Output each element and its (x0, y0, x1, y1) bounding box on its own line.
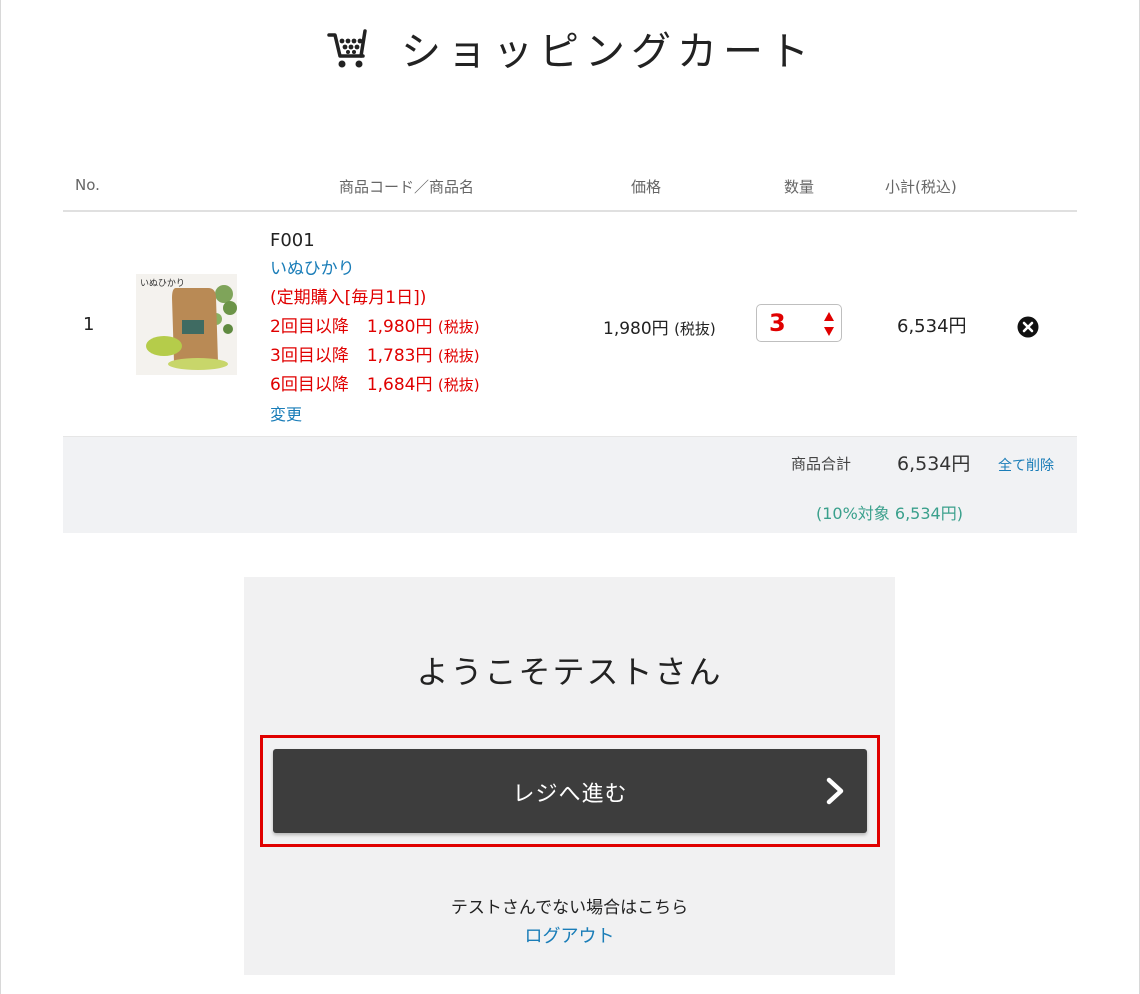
total-label: 商品合計 (791, 455, 852, 473)
tier-tax: (税抜) (437, 318, 480, 336)
product-code: F001 (270, 230, 315, 251)
quantity-stepper[interactable]: 3 (756, 304, 842, 342)
header-quantity: 数量 (784, 178, 815, 196)
page-title: ショッピングカート (401, 29, 815, 75)
row-number: 1 (83, 314, 95, 335)
product-image-graphic (136, 274, 237, 375)
product-info: F001 いぬひかり (定期購入[毎月1日]) 2回目以降 1,980円 (税抜)… (270, 226, 480, 429)
table-header: No. 商品コード／商品名 価格 数量 小計(税込) (63, 160, 1077, 212)
logout-link[interactable]: ログアウト (244, 922, 895, 948)
chevron-right-icon (826, 777, 844, 805)
header-product: 商品コード／商品名 (339, 178, 475, 196)
price-tier: 3回目以降 1,783円 (税抜) (270, 342, 480, 371)
up-down-arrow-icon[interactable] (823, 311, 835, 337)
cart-table: No. 商品コード／商品名 価格 数量 小計(税込) 1 いぬひかり F001 … (63, 160, 1077, 533)
checkout-button-label: レジへ進む (512, 782, 628, 807)
table-row: 1 いぬひかり F001 いぬひかり (定期購入[毎月1日]) 2回目以降 1,9… (63, 212, 1077, 437)
not-user-text: テストさんでない場合はこちら (450, 898, 689, 918)
cart-summary: 商品合計 6,534円 全て削除 (10%対象 6,534円) (63, 437, 1077, 533)
tier-label: 6回目以降 (270, 375, 349, 395)
price-tier: 2回目以降 1,980円 (税抜) (270, 313, 480, 342)
tier-tax: (税抜) (437, 347, 480, 365)
shopping-cart-icon (327, 29, 367, 68)
product-image-label: いぬひかり (140, 279, 185, 289)
price-tier: 6回目以降 1,684円 (税抜) (270, 371, 480, 400)
product-image[interactable]: いぬひかり (136, 274, 237, 375)
header-price: 価格 (631, 178, 662, 196)
total-value: 6,534円 (897, 453, 971, 475)
tax-note: (10%対象 6,534円) (816, 504, 963, 523)
row-subtotal: 6,534円 (897, 316, 967, 337)
tier-tax: (税抜) (437, 376, 480, 394)
tier-label: 2回目以降 (270, 317, 349, 337)
product-name-link[interactable]: いぬひかり (270, 255, 480, 284)
checkout-button[interactable]: レジへ進む (273, 749, 867, 833)
quantity-value: 3 (769, 309, 786, 337)
page-header: ショッピングカート (1, 18, 1140, 78)
change-link[interactable]: 変更 (270, 400, 480, 429)
unit-price-tax: (税抜) (674, 320, 716, 338)
tier-price: 1,783円 (366, 346, 433, 366)
login-panel: ようこそテストさん レジへ進む テストさんでない場合はこちら ログアウト (244, 577, 895, 975)
subscription-label: (定期購入[毎月1日]) (270, 288, 427, 308)
header-no: No. (75, 176, 100, 194)
tier-price: 1,684円 (366, 375, 433, 395)
welcome-message: ようこそテストさん (416, 653, 723, 691)
tier-label: 3回目以降 (270, 346, 349, 366)
unit-price-value: 1,980円 (603, 319, 669, 339)
delete-all-link[interactable]: 全て削除 (998, 455, 1054, 475)
unit-price: 1,980円 (税抜) (603, 314, 716, 339)
tier-price: 1,980円 (366, 317, 433, 337)
header-subtotal: 小計(税込) (885, 178, 957, 196)
remove-item-icon[interactable] (1017, 316, 1039, 338)
